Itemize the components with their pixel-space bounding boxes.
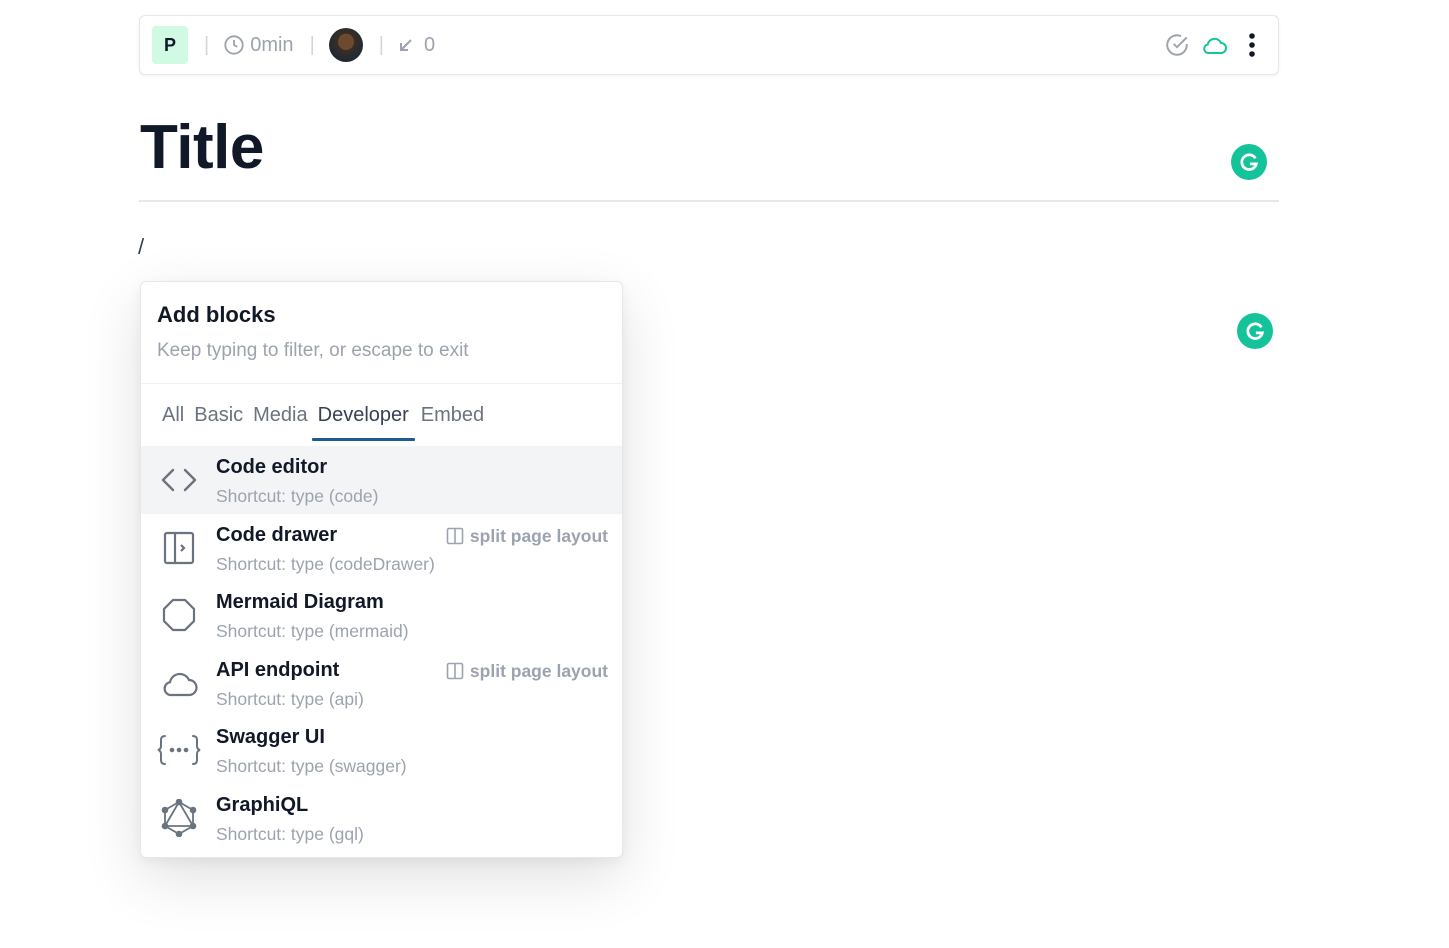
grammarly-button[interactable]	[1231, 144, 1267, 180]
editor-input[interactable]: /	[138, 234, 144, 260]
split-layout-badge: split page layout	[446, 526, 608, 547]
block-item-label: Mermaid Diagram	[216, 591, 384, 613]
read-time: 0min	[223, 33, 294, 57]
add-blocks-menu: Add blocks Keep typing to filter, or esc…	[140, 281, 623, 858]
block-item-label: Swagger UI	[216, 726, 325, 748]
menu-subtitle: Keep typing to filter, or escape to exit	[157, 340, 469, 361]
backlinks-count: 0	[423, 33, 436, 56]
grammarly-icon	[1246, 322, 1265, 340]
code-icon	[157, 458, 201, 502]
clock-icon	[224, 35, 244, 55]
split-layout-label: split page layout	[469, 660, 608, 681]
block-item-shortcut: Shortcut: type (api)	[216, 688, 364, 709]
block-item-shortcut: Shortcut: type (mermaid)	[216, 621, 409, 641]
category-tabs: All Basic Media Developer Embed	[141, 384, 622, 446]
block-item-api-endpoint[interactable]: API endpoint Shortcut: type (api) split …	[141, 649, 622, 717]
block-item-label: Code editor	[216, 456, 328, 478]
arrow-down-left-icon	[399, 39, 412, 51]
code-drawer-icon	[157, 526, 201, 570]
graphql-icon	[157, 796, 201, 840]
tab-basic[interactable]: Basic	[194, 395, 243, 435]
octagon-icon	[157, 593, 201, 637]
page-title[interactable]: Title	[140, 112, 264, 183]
kebab-menu-icon	[1249, 33, 1255, 57]
braces-icon	[157, 728, 201, 772]
workspace-badge[interactable]: P	[152, 26, 188, 64]
block-item-shortcut: Shortcut: type (swagger)	[216, 756, 407, 776]
avatar[interactable]	[328, 28, 363, 62]
cloud-sync-icon[interactable]	[1200, 32, 1228, 58]
split-layout-label: split page layout	[469, 525, 608, 546]
tab-all[interactable]: All	[162, 395, 184, 435]
split-layout-icon	[446, 527, 464, 545]
read-time-value: 0min	[250, 33, 294, 56]
block-item-graphiql[interactable]: GraphiQL Shortcut: type (gql)	[141, 784, 622, 852]
tab-embed[interactable]: Embed	[421, 395, 484, 435]
menu-header: Add blocks Keep typing to filter, or esc…	[141, 282, 622, 384]
title-divider	[139, 200, 1279, 202]
check-circle-icon[interactable]	[1164, 32, 1190, 58]
cloud-icon	[157, 661, 201, 705]
block-item-code-drawer[interactable]: Code drawer Shortcut: type (codeDrawer) …	[141, 514, 622, 582]
menu-title: Add blocks	[157, 302, 276, 327]
tab-media[interactable]: Media	[253, 395, 307, 435]
block-item-shortcut: Shortcut: type (gql)	[216, 823, 364, 844]
backlinks[interactable]: 0	[398, 34, 435, 57]
split-layout-badge: split page layout	[446, 661, 608, 682]
block-item-label: GraphiQL	[216, 793, 309, 816]
block-item-code-editor[interactable]: Code editor Shortcut: type (code)	[141, 446, 622, 514]
block-item-swagger-ui[interactable]: Swagger UI Shortcut: type (swagger)	[141, 716, 622, 784]
separator: |	[309, 33, 315, 56]
grammarly-button[interactable]	[1237, 313, 1273, 349]
separator: |	[378, 33, 384, 56]
tab-developer[interactable]: Developer	[311, 395, 415, 441]
separator: |	[204, 33, 210, 56]
block-item-shortcut: Shortcut: type (code)	[216, 486, 379, 506]
block-item-shortcut: Shortcut: type (codeDrawer)	[216, 553, 435, 574]
toolbar-actions	[1164, 31, 1266, 59]
block-item-mermaid-diagram[interactable]: Mermaid Diagram Shortcut: type (mermaid)	[141, 581, 622, 649]
grammarly-icon	[1240, 153, 1259, 171]
document-toolbar: P | 0min | | 0	[139, 15, 1279, 75]
split-layout-icon	[446, 662, 464, 680]
more-options-button[interactable]	[1238, 31, 1266, 59]
